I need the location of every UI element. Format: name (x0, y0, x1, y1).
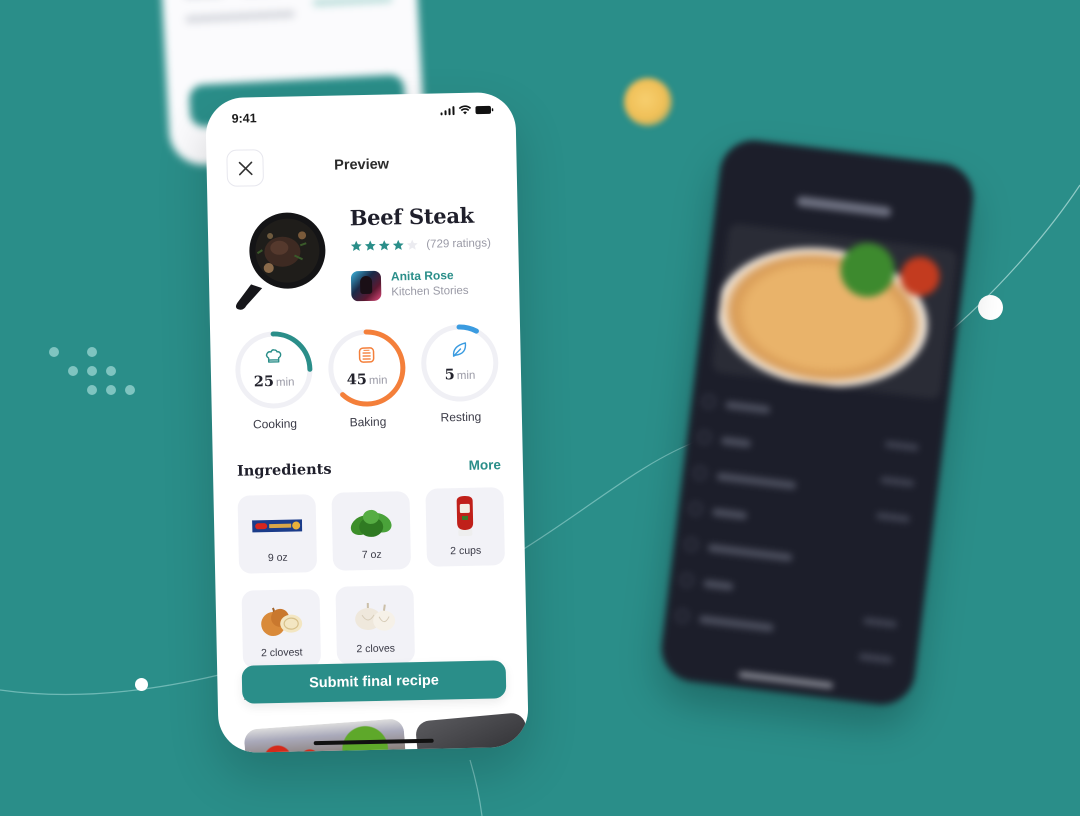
timer-label: Baking (349, 414, 387, 430)
ingredient-quantity: 7 oz (361, 548, 382, 562)
star-filled-icon (392, 239, 404, 251)
star-rating (350, 239, 418, 252)
author-name[interactable]: Anita Rose (391, 268, 469, 285)
chef-hat-icon (265, 349, 282, 363)
timer-value: 45 (346, 370, 368, 389)
step-photo[interactable] (243, 718, 406, 754)
oven-icon (358, 347, 375, 363)
recipe-hero: Beef Steak (729 ratings) Anita Rose Kitc… (207, 197, 519, 313)
recipe-preview-phone: 9:41 Preview Beef Steak (729 ratings) An… (205, 91, 529, 754)
ingredient-quantity: 9 oz (267, 551, 288, 565)
battery-icon (475, 105, 494, 114)
author-organization: Kitchen Stories (391, 284, 469, 299)
timer-value: 5 (444, 366, 455, 384)
rating-count: (729 ratings) (426, 237, 491, 251)
timer-baking: 45 min Baking (325, 326, 409, 430)
timer-resting: 5 min Resting (418, 321, 502, 425)
spaghetti-image (252, 519, 303, 533)
ingredients-grid: 9 oz 7 oz 2 cups 2 clovest 2 cloves (237, 487, 508, 669)
step-photo[interactable] (414, 711, 529, 754)
decorative-white-dot (978, 295, 1003, 320)
timer-label: Cooking (252, 416, 298, 432)
ingredients-header: Ingredients More (237, 457, 501, 485)
submit-recipe-button[interactable]: Submit final recipe (241, 660, 507, 704)
timer-label: Resting (440, 409, 482, 425)
ingredient-card-onion[interactable]: 2 clovest (241, 589, 322, 669)
status-time: 9:41 (231, 111, 257, 126)
leaf-icon (452, 342, 467, 357)
timer-unit: min (368, 374, 388, 387)
cast-iron-pan-image (235, 212, 326, 310)
timer-unit: min (275, 376, 295, 389)
wifi-icon (458, 105, 472, 115)
more-ingredients-link[interactable]: More (468, 457, 501, 473)
star-filled-icon (378, 240, 390, 251)
spinach-image (350, 509, 392, 537)
timers: 25 min Cooking 45 min Baking 5 min Resting (210, 324, 522, 440)
garlic-image (355, 603, 396, 631)
ingredient-card-spaghetti[interactable]: 9 oz (237, 494, 318, 574)
ingredient-card-spinach[interactable]: 7 oz (331, 491, 412, 571)
ingredient-quantity: 2 clovest (260, 646, 303, 660)
signal-icon (440, 105, 455, 115)
ingredient-card-ketchup[interactable]: 2 cups (425, 487, 506, 567)
star-filled-icon (364, 240, 376, 251)
star-filled-icon (350, 240, 362, 251)
status-bar: 9:41 (205, 92, 516, 142)
ingredient-card-garlic[interactable]: 2 cloves (335, 585, 416, 665)
avatar (350, 270, 382, 301)
star-empty-icon (406, 239, 418, 250)
ingredient-quantity: 2 cups (450, 544, 482, 558)
ingredients-title: Ingredients (236, 460, 332, 480)
decorative-white-dot (135, 678, 148, 691)
ketchup-image (456, 495, 474, 537)
ingredient-quantity: 2 cloves (356, 642, 396, 656)
author[interactable]: Anita Rose Kitchen Stories (350, 268, 469, 301)
recipe-title: Beef Steak (349, 202, 475, 231)
timer-unit: min (456, 369, 476, 383)
decorative-dot-grid (49, 347, 139, 397)
header: Preview (206, 142, 517, 188)
rating: (729 ratings) (350, 237, 491, 252)
timer-cooking: 25 min Cooking (232, 328, 316, 432)
decorative-yellow-blob (624, 78, 672, 126)
timer-value: 25 (253, 372, 275, 391)
onion-image (261, 607, 303, 637)
